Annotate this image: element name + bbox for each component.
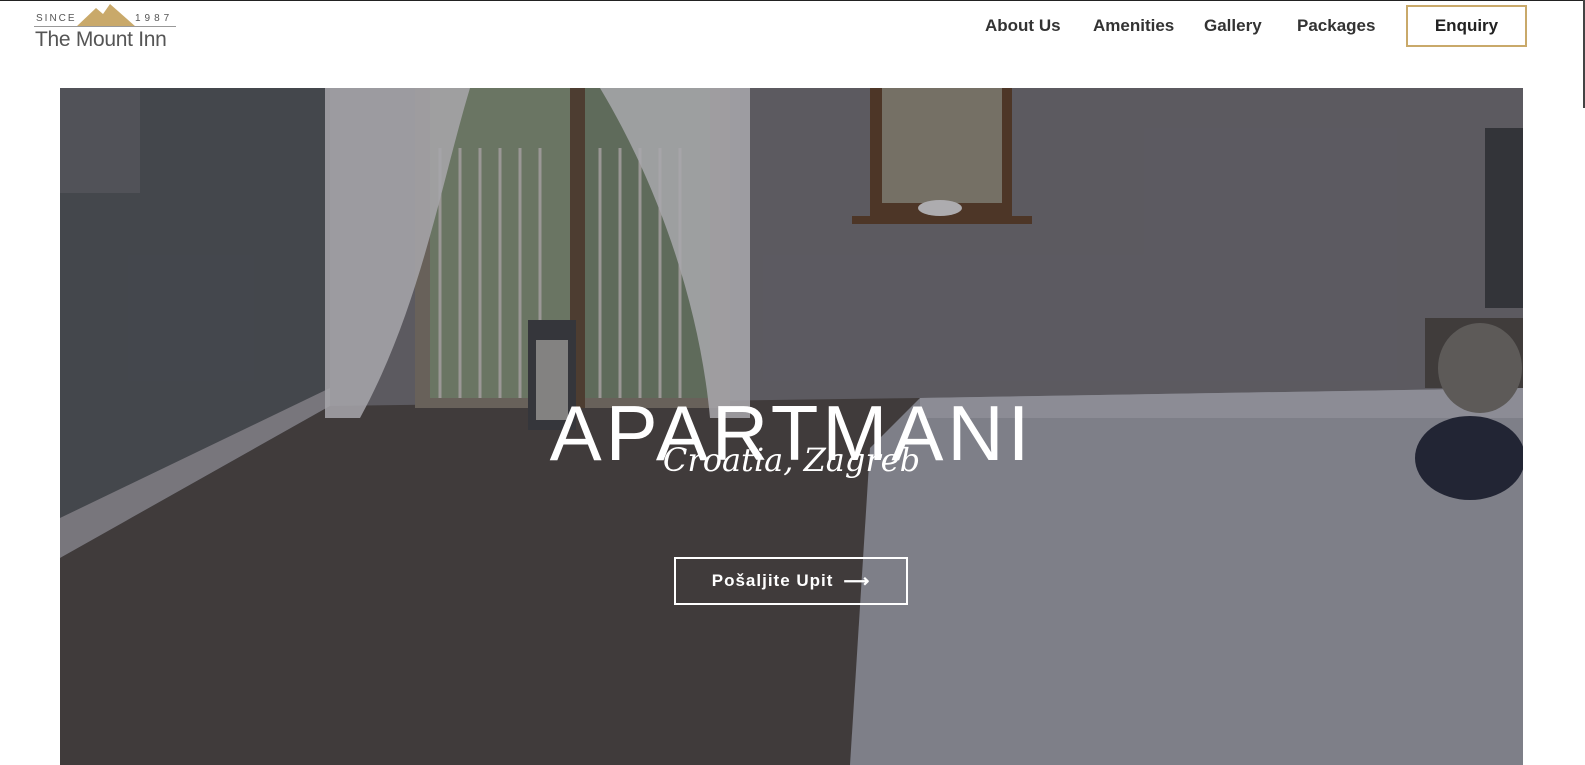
arrow-right-icon: ⟶: [843, 570, 871, 591]
nav-packages[interactable]: Packages: [1297, 16, 1375, 36]
logo-since: SINCE: [36, 13, 77, 24]
mountain-icon: [76, 4, 136, 27]
logo-name: The Mount Inn: [35, 28, 167, 51]
nav-about-us[interactable]: About Us: [985, 16, 1061, 36]
hero-subtitle: Croatia, Zagreb: [662, 441, 921, 479]
hero-section: APARTMANI Croatia, Zagreb Pošaljite Upit…: [60, 88, 1523, 765]
send-enquiry-button[interactable]: Pošaljite Upit ⟶: [674, 557, 908, 605]
cta-label: Pošaljite Upit: [711, 571, 834, 590]
logo-year: 1987: [135, 13, 174, 24]
enquiry-button[interactable]: Enquiry: [1406, 5, 1527, 47]
nav-gallery[interactable]: Gallery: [1204, 16, 1262, 36]
nav-amenities[interactable]: Amenities: [1093, 16, 1174, 36]
site-logo[interactable]: SINCE 1987 The Mount Inn: [34, 4, 179, 54]
logo-divider: [34, 26, 176, 27]
top-border: [0, 0, 1585, 1]
